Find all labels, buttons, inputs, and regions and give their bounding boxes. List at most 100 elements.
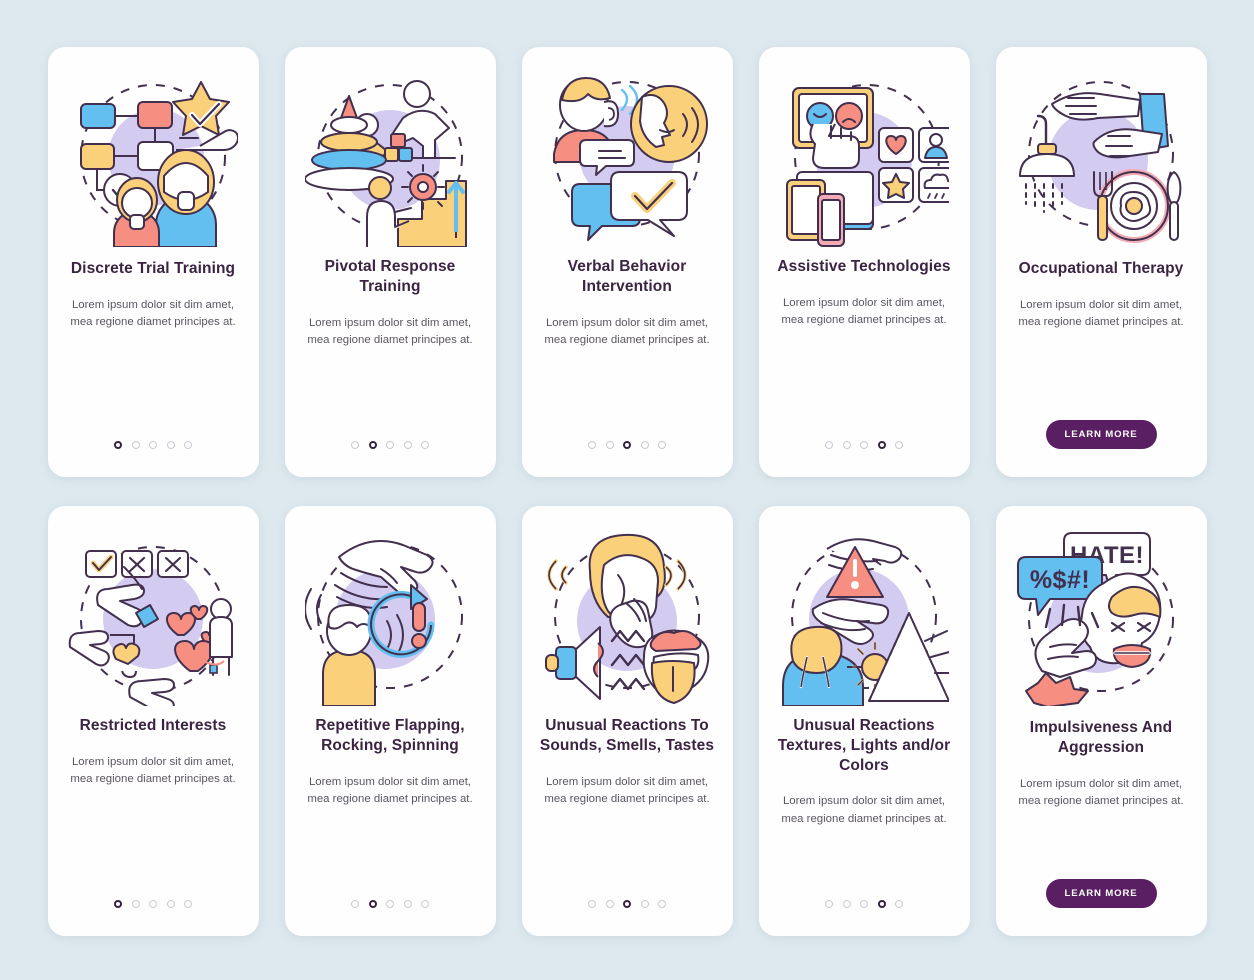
card-footer [48,441,259,449]
card-title: Occupational Therapy [1018,260,1184,277]
pagination-dot-2[interactable] [605,900,614,908]
pagination-dot-3[interactable] [623,900,631,908]
pagination-dot-2[interactable] [605,441,614,449]
onboarding-card-verbal-behavior-intervention[interactable]: Verbal Behavior Intervention Lorem ipsum… [521,47,733,477]
pagination-dot-4[interactable] [877,441,886,449]
pagination-dot-5[interactable] [895,441,903,449]
pagination-dot-1[interactable] [825,441,833,449]
card-footer [522,900,733,908]
card-footer [759,441,970,449]
card-footer: LEARN MORE [996,879,1207,908]
pagination-dots[interactable] [825,441,903,449]
pagination-dot-5[interactable] [658,441,666,449]
pagination-dot-1[interactable] [351,441,359,449]
megaphone-nose-tongue-illustration [540,524,715,712]
pagination-dot-3[interactable] [623,441,631,449]
pagination-dot-4[interactable] [403,441,412,449]
pagination-dot-5[interactable] [421,900,429,908]
card-footer [285,441,496,449]
pagination-dots[interactable] [351,441,429,449]
hate-speech-bubble-angry-face-fist-illustration: HATE! %$#! [1014,524,1189,712]
card-body-text: Lorem ipsum dolor sit dim amet, mea regi… [781,795,947,825]
learn-more-button[interactable]: LEARN MORE [1045,420,1157,449]
pagination-dot-1[interactable] [114,900,122,908]
pagination-dot-4[interactable] [640,441,649,449]
pagination-dot-1[interactable] [588,900,596,908]
pagination-dot-3[interactable] [386,441,394,449]
stacking-rings-play-stairs-illustration [303,65,478,253]
warning-triangle-prism-light-illustration [777,524,952,712]
card-title: Repetitive Flapping, Rocking, Spinning [315,717,465,754]
pagination-dot-4[interactable] [166,441,175,449]
card-title: Assistive Technologies [777,258,951,275]
card-body-text: Lorem ipsum dolor sit dim amet, mea regi… [307,316,473,346]
pagination-dot-2[interactable] [842,441,851,449]
card-title: Impulsiveness And Aggression [1029,719,1173,756]
card-footer [285,900,496,908]
card-title: Discrete Trial Training [70,260,236,277]
pagination-dot-3[interactable] [860,900,868,908]
card-footer [48,900,259,908]
pagination-dot-5[interactable] [658,900,666,908]
pagination-dot-5[interactable] [895,900,903,908]
pagination-dot-4[interactable] [877,900,886,908]
pagination-dot-1[interactable] [114,441,122,449]
pagination-dot-2[interactable] [368,900,377,908]
pagination-dot-3[interactable] [386,900,394,908]
onboarding-card-impulsiveness-and-aggression[interactable]: HATE! %$#! Impulsiveness And Aggression … [995,506,1207,936]
card-title: Restricted Interests [79,717,227,734]
card-title: Unusual Reactions Textures, Lights and/o… [777,717,951,774]
card-row-1: Discrete Trial Training Lorem ipsum dolo… [47,47,1207,477]
pagination-dot-3[interactable] [149,441,157,449]
pagination-dot-2[interactable] [842,900,851,908]
onboarding-card-restricted-interests[interactable]: Restricted Interests Lorem ipsum dolor s… [47,506,259,936]
learn-more-button[interactable]: LEARN MORE [1045,879,1157,908]
card-body-text: Lorem ipsum dolor sit dim amet, mea regi… [307,775,473,805]
card-body-text: Lorem ipsum dolor sit dim amet, mea regi… [781,296,947,326]
pagination-dot-3[interactable] [860,441,868,449]
onboarding-screens-board: Discrete Trial Training Lorem ipsum dolo… [0,0,1254,980]
pagination-dot-5[interactable] [184,441,192,449]
card-title: Pivotal Response Training [324,258,456,295]
tablet-devices-picture-cards-illustration [777,65,952,253]
speech-listening-bubbles-illustration [540,65,715,253]
card-footer [759,900,970,908]
pagination-dot-1[interactable] [351,900,359,908]
pagination-dot-2[interactable] [368,441,377,449]
pagination-dot-4[interactable] [640,900,649,908]
onboarding-card-repetitive-flapping-rocking-spinning[interactable]: Repetitive Flapping, Rocking, Spinning L… [284,506,496,936]
card-body-text: Lorem ipsum dolor sit dim amet, mea regi… [544,775,710,805]
onboarding-card-discrete-trial-training[interactable]: Discrete Trial Training Lorem ipsum dolo… [47,47,259,477]
pagination-dot-5[interactable] [421,441,429,449]
onboarding-card-occupational-therapy[interactable]: Occupational Therapy Lorem ipsum dolor s… [995,47,1207,477]
pagination-dots[interactable] [114,441,192,449]
card-body-text: Lorem ipsum dolor sit dim amet, mea regi… [544,316,710,346]
card-title: Verbal Behavior Intervention [567,258,687,295]
onboarding-card-unusual-reactions-textures-lights-colors[interactable]: Unusual Reactions Textures, Lights and/o… [758,506,970,936]
pagination-dot-2[interactable] [131,441,140,449]
onboarding-card-pivotal-response-training[interactable]: Pivotal Response Training Lorem ipsum do… [284,47,496,477]
pagination-dots[interactable] [588,441,666,449]
onboarding-card-unusual-reactions-sounds-smells-tastes[interactable]: Unusual Reactions To Sounds, Smells, Tas… [521,506,733,936]
pagination-dots[interactable] [825,900,903,908]
card-body-text: Lorem ipsum dolor sit dim amet, mea regi… [70,298,236,328]
pagination-dot-3[interactable] [149,900,157,908]
pagination-dots[interactable] [351,900,429,908]
card-title: Unusual Reactions To Sounds, Smells, Tas… [539,717,715,754]
card-body-text: Lorem ipsum dolor sit dim amet, mea regi… [1018,777,1184,807]
pagination-dot-4[interactable] [166,900,175,908]
hands-towel-shower-plate-illustration [1014,65,1189,253]
pagination-dot-4[interactable] [403,900,412,908]
card-row-2: Restricted Interests Lorem ipsum dolor s… [47,506,1207,936]
checkboxes-hand-hearts-person-illustration [66,524,241,712]
card-footer: LEARN MORE [996,420,1207,449]
onboarding-card-assistive-technologies[interactable]: Assistive Technologies Lorem ipsum dolor… [758,47,970,477]
pagination-dots[interactable] [114,900,192,908]
pagination-dots[interactable] [588,900,666,908]
pagination-dot-1[interactable] [825,900,833,908]
pagination-dot-1[interactable] [588,441,596,449]
pagination-dot-5[interactable] [184,900,192,908]
card-body-text: Lorem ipsum dolor sit dim amet, mea regi… [70,755,236,785]
flowchart-star-family-illustration [66,65,241,253]
pagination-dot-2[interactable] [131,900,140,908]
